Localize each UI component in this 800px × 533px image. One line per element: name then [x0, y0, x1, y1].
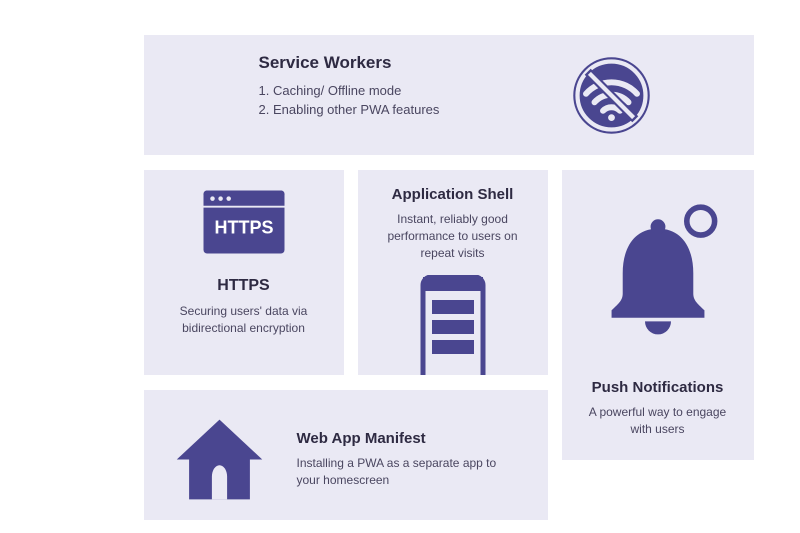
https-desc: Securing users' data via bidirectional e…: [162, 303, 326, 338]
https-card: HTTPS HTTPS Securing users' data via bid…: [144, 170, 344, 375]
service-workers-card: Service Workers 1. Caching/ Offline mode…: [144, 35, 754, 155]
house-icon: [172, 412, 267, 512]
push-notifications-title: Push Notifications: [582, 379, 734, 396]
web-app-manifest-desc: Installing a PWA as a separate app to yo…: [297, 455, 497, 490]
bell-icon: [593, 200, 723, 355]
application-shell-title: Application Shell: [372, 186, 534, 203]
application-shell-desc: Instant, reliably good performance to us…: [372, 211, 534, 261]
no-wifi-icon: [569, 53, 654, 138]
service-workers-line2: 2. Enabling other PWA features: [259, 102, 754, 117]
web-app-manifest-card: Web App Manifest Installing a PWA as a s…: [144, 390, 548, 520]
browser-https-icon: HTTPS: [199, 186, 289, 263]
https-title: HTTPS: [162, 277, 326, 295]
https-icon-label: HTTPS: [214, 218, 273, 238]
pwa-technologies-diagram: Service Workers 1. Caching/ Offline mode…: [58, 15, 758, 533]
service-workers-title: Service Workers: [259, 53, 754, 73]
phone-list-icon: [418, 275, 488, 375]
service-workers-line1: 1. Caching/ Offline mode: [259, 83, 754, 98]
web-app-manifest-title: Web App Manifest: [297, 430, 497, 447]
application-shell-card: Application Shell Instant, reliably good…: [358, 170, 548, 375]
push-notifications-desc: A powerful way to engage with users: [582, 404, 734, 439]
push-notifications-card: Push Notifications A powerful way to eng…: [562, 170, 754, 460]
